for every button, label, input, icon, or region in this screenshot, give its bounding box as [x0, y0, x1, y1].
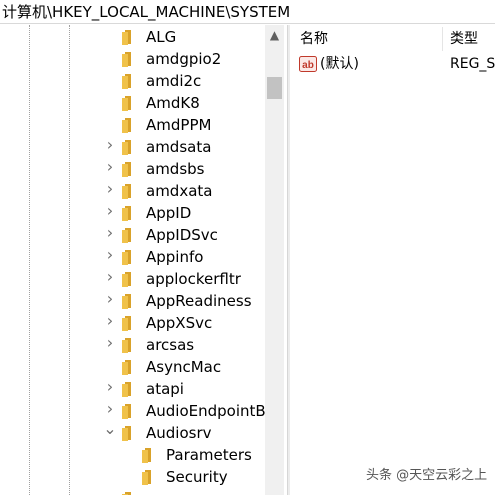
tree-item-label: Appinfo: [146, 248, 204, 266]
folder-icon: [122, 360, 131, 375]
tree-item[interactable]: amdi2c: [0, 70, 266, 92]
address-bar[interactable]: 计算机\HKEY_LOCAL_MACHINE\SYSTEM: [0, 0, 495, 24]
tree-item[interactable]: › amdsata: [0, 136, 266, 158]
tree-item-label: AsyncMac: [146, 358, 222, 376]
folder-icon: [122, 74, 131, 89]
tree-item[interactable]: AmdPPM: [0, 114, 266, 136]
folder-icon: [122, 382, 131, 397]
folder-icon: [122, 316, 131, 331]
folder-icon: [122, 30, 131, 45]
tree-item[interactable]: amdgpio2: [0, 48, 266, 70]
tree-item[interactable]: AmdK8: [0, 92, 266, 114]
tree-item[interactable]: › arcsas: [0, 334, 266, 356]
reg-string-icon: ab: [299, 56, 317, 72]
tree-item[interactable]: › atapi: [0, 378, 266, 400]
folder-icon: [122, 338, 131, 353]
address-path: 计算机\HKEY_LOCAL_MACHINE\SYSTEM: [2, 3, 291, 21]
tree-item-label: Parameters: [166, 446, 252, 464]
registry-tree-pane: ALG amdgpio2 amdi2c AmdK8 AmdPPM › amdsata › amd…: [0, 25, 266, 495]
tree-item-label: amdsbs: [146, 160, 205, 178]
tree-item-label: amdi2c: [146, 72, 202, 90]
tree-item-label: arcsas: [146, 336, 195, 354]
tree-item-label: AppReadiness: [146, 292, 252, 310]
folder-icon: [122, 206, 131, 221]
folder-icon: [122, 52, 131, 67]
chevron-right-icon[interactable]: ›: [103, 137, 117, 153]
chevron-right-icon[interactable]: ›: [103, 203, 117, 219]
value-type: REG_S: [450, 56, 495, 72]
tree-item[interactable]: Security: [0, 466, 266, 488]
tree-item[interactable]: › AppIDSvc: [0, 224, 266, 246]
folder-icon: [142, 470, 151, 485]
folder-icon: [122, 140, 131, 155]
folder-icon: [142, 448, 151, 463]
folder-icon: [122, 272, 131, 287]
values-list-pane: 名称 类型 ab (默认) REG_S: [292, 25, 495, 495]
folder-icon: [122, 250, 131, 265]
tree-item[interactable]: › AppXSvc: [0, 312, 266, 334]
value-name: (默认): [320, 56, 359, 72]
folder-icon: [122, 426, 131, 441]
tree-item[interactable]: › Appinfo: [0, 246, 266, 268]
tree-item-label: AmdPPM: [146, 116, 212, 134]
folder-icon: [122, 294, 131, 309]
registry-editor-window: 计算机\HKEY_LOCAL_MACHINE\SYSTEM ALG amdgpio…: [0, 0, 495, 495]
tree-item[interactable]: ⌄ Audiosrv: [0, 421, 266, 444]
tree-item-label: applockerfltr: [146, 270, 241, 288]
tree-item[interactable]: Parameters: [0, 444, 266, 466]
tree-item-label: amdsata: [146, 138, 212, 156]
chevron-right-icon[interactable]: ›: [103, 379, 117, 395]
tree-item-label: ALG: [146, 28, 177, 46]
scrollbar-thumb[interactable]: [267, 77, 282, 99]
tree-item-label: Audiosrv: [146, 424, 212, 442]
tree-item[interactable]: › amdsbs: [0, 158, 266, 180]
tree-item-label: AppID: [146, 204, 192, 222]
tree-item[interactable]: › applockerfltr: [0, 268, 266, 290]
tree-item[interactable]: › AppReadiness: [0, 290, 266, 312]
tree-item[interactable]: ALG: [0, 26, 266, 48]
chevron-right-icon[interactable]: ›: [103, 291, 117, 307]
tree-item-label: Security: [166, 468, 228, 486]
chevron-down-icon[interactable]: ⌄: [103, 421, 117, 437]
tree-item-label: AmdK8: [146, 94, 200, 112]
column-header-divider[interactable]: [442, 27, 443, 51]
tree-item-label: atapi: [146, 380, 184, 398]
chevron-right-icon[interactable]: ›: [103, 181, 117, 197]
chevron-right-icon[interactable]: ›: [103, 269, 117, 285]
folder-icon: [122, 184, 131, 199]
column-header-name[interactable]: 名称: [300, 29, 328, 49]
svg-text:ab: ab: [302, 60, 314, 71]
tree-item-label: AppIDSvc: [146, 226, 218, 244]
scroll-up-arrow-icon[interactable]: ▲: [265, 25, 284, 45]
folder-icon: [122, 96, 131, 111]
tree-item[interactable]: › AppID: [0, 202, 266, 224]
tree-item[interactable]: [0, 488, 266, 495]
chevron-right-icon[interactable]: ›: [103, 313, 117, 329]
tree-item-label: AudioEndpointB: [146, 402, 266, 420]
tree-scrollbar[interactable]: ▲: [265, 25, 284, 495]
tree-item[interactable]: › amdxata: [0, 180, 266, 202]
value-row-default[interactable]: ab (默认) REG_S: [292, 53, 495, 75]
folder-icon: [122, 404, 131, 419]
chevron-right-icon[interactable]: ›: [103, 225, 117, 241]
column-header-type[interactable]: 类型: [450, 29, 478, 49]
chevron-right-icon[interactable]: ›: [103, 401, 117, 417]
folder-icon: [122, 492, 131, 495]
tree-item[interactable]: › AudioEndpointB: [0, 400, 266, 422]
tree-item-label: amdgpio2: [146, 50, 222, 68]
folder-icon: [122, 162, 131, 177]
tree-item-label: amdxata: [146, 182, 213, 200]
chevron-right-icon[interactable]: ›: [103, 159, 117, 175]
folder-icon: [122, 118, 131, 133]
tree-item-label: AppXSvc: [146, 314, 213, 332]
chevron-right-icon[interactable]: ›: [103, 335, 117, 351]
folder-icon: [122, 228, 131, 243]
pane-splitter[interactable]: [287, 25, 290, 495]
chevron-right-icon[interactable]: ›: [103, 247, 117, 263]
watermark: 头条 @天空云彩之上: [366, 468, 488, 483]
tree-item[interactable]: AsyncMac: [0, 356, 266, 378]
